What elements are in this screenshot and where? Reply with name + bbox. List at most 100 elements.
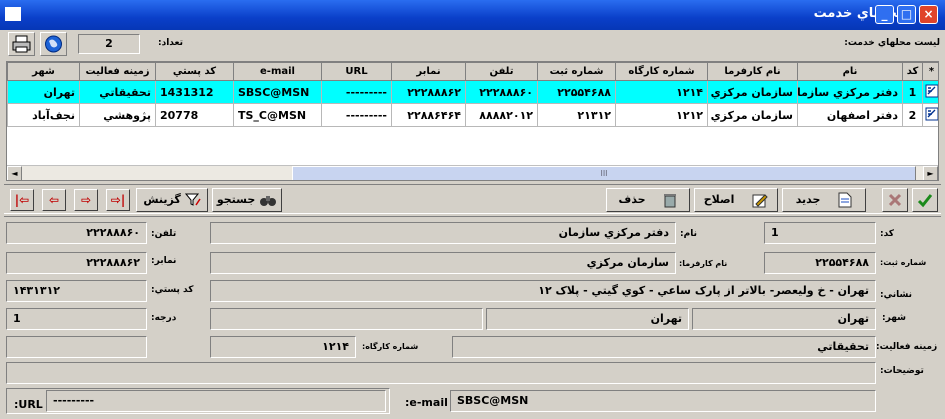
cancel-button[interactable] <box>882 188 908 212</box>
prev-arrow-icon: ⇦ <box>48 193 60 207</box>
cell-email: TS_C@MSN <box>233 103 322 127</box>
workshop-field[interactable]: ۱۲۱۴ <box>210 336 356 358</box>
printer-icon <box>12 35 31 53</box>
scroll-thumb[interactable]: III <box>292 166 916 180</box>
col-header-marker[interactable]: * <box>922 62 938 81</box>
window-title: محلهاي خدمت <box>813 6 905 21</box>
count-value: 2 <box>78 34 140 54</box>
new-button[interactable]: جديد <box>782 188 866 212</box>
address-field[interactable]: تهران - خ وليعصر- بالاتر از پارک ساعي - … <box>210 280 876 302</box>
cell-city: تهران <box>7 80 80 104</box>
col-header-email[interactable]: e-mail <box>233 62 322 81</box>
scroll-left-button[interactable]: ◄ <box>7 166 22 180</box>
fax-field[interactable]: ۲۲۲۸۸۸۶۲ <box>6 252 147 274</box>
col-header-reg[interactable]: شماره ثبت <box>537 62 616 81</box>
cell-code: 2 <box>902 103 923 127</box>
city-field[interactable]: تهران <box>692 308 876 330</box>
cell-code: 1 <box>902 80 923 104</box>
workshop-label: شماره کارگاه: <box>362 342 419 351</box>
check-icon <box>917 194 933 208</box>
list-label: ليست محلهاي خدمت: <box>844 38 940 48</box>
print-button[interactable] <box>8 32 35 56</box>
url-label: URL: <box>14 398 43 411</box>
col-header-fax[interactable]: نمابر <box>391 62 466 81</box>
col-header-code[interactable]: کد <box>902 62 923 81</box>
search-button[interactable]: جستجو <box>212 188 282 212</box>
first-record-button[interactable]: |⇦ <box>10 189 34 211</box>
confirm-button[interactable] <box>912 188 938 212</box>
minimize-button[interactable]: _ <box>875 5 894 24</box>
activity-label: زمينه فعاليت: <box>876 342 938 352</box>
service-locations-grid[interactable]: * کد نام نام کارفرما شماره کارگاه شماره … <box>6 61 939 181</box>
phone-label: تلفن: <box>151 229 177 239</box>
cell-employer: سازمان مرکزي <box>707 80 798 104</box>
first-arrow-icon: |⇦ <box>14 193 30 207</box>
maximize-button[interactable]: □ <box>897 5 916 24</box>
close-button[interactable]: × <box>919 5 938 24</box>
edit-button[interactable]: اصلاح <box>694 188 778 212</box>
province-field[interactable]: تهران <box>486 308 689 330</box>
window-icon[interactable] <box>5 7 21 21</box>
col-header-postal[interactable]: کد پستي <box>155 62 234 81</box>
delete-button[interactable]: حذف <box>606 188 690 212</box>
name-label: نام: <box>680 229 697 239</box>
cell-name: دفتر مرکزي سازمان <box>797 80 903 104</box>
title-bar[interactable]: محلهاي خدمت _ □ × <box>0 0 945 30</box>
activity-field[interactable]: تحقيقاتي <box>452 336 876 358</box>
horizontal-scrollbar[interactable]: ◄ III ► <box>7 165 938 180</box>
cell-name: دفتر اصفهان <box>797 103 903 127</box>
phone-field[interactable]: ۲۲۲۸۸۸۶۰ <box>6 222 147 244</box>
cell-city: نجف‌آباد <box>7 103 80 127</box>
col-header-activity[interactable]: زمينه فعاليت <box>79 62 156 81</box>
cell-phone: ۲۲۲۸۸۸۶۰ <box>465 80 538 104</box>
edit-icon <box>752 194 768 208</box>
extra-field[interactable] <box>6 336 147 358</box>
edit-label: اصلاح <box>703 193 735 206</box>
name-field[interactable]: دفتر مرکزي سازمان <box>210 222 676 244</box>
col-header-employer[interactable]: نام کارفرما <box>707 62 798 81</box>
fax-label: نمابر: <box>151 256 177 266</box>
cell-url: --------- <box>321 103 392 127</box>
reg-field[interactable]: ۲۲۵۵۴۶۸۸ <box>764 252 876 274</box>
globe-icon <box>45 35 62 53</box>
notes-field[interactable] <box>6 362 876 384</box>
row-edit-icon[interactable] <box>922 80 938 104</box>
filter-button[interactable]: گزينش <box>136 188 208 212</box>
delete-label: حذف <box>618 193 646 206</box>
scroll-right-button[interactable]: ► <box>923 166 938 180</box>
col-header-url[interactable]: URL <box>321 62 392 81</box>
col-header-city[interactable]: شهر <box>7 62 80 81</box>
grid-header: * کد نام نام کارفرما شماره کارگاه شماره … <box>7 62 938 81</box>
row-edit-icon[interactable] <box>922 103 938 127</box>
globe-button[interactable] <box>40 32 67 56</box>
employer-label: نام کارفرما: <box>679 259 728 268</box>
cell-activity: تحقيقاتي <box>79 80 156 104</box>
cell-workshop: ۱۲۱۲ <box>615 103 708 127</box>
new-label: جديد <box>795 193 821 206</box>
cell-postal: 20778 <box>155 103 234 127</box>
cell-reg: ۲۲۵۵۴۶۸۸ <box>537 80 616 104</box>
col-header-phone[interactable]: تلفن <box>465 62 538 81</box>
col-header-name[interactable]: نام <box>797 62 903 81</box>
next-record-button[interactable]: ⇨ <box>74 189 98 211</box>
last-arrow-icon: ⇨| <box>110 193 126 207</box>
code-field[interactable]: 1 <box>764 222 876 244</box>
table-row[interactable]: 2 دفتر اصفهان سازمان مرکزي ۱۲۱۲ ۲۱۳۱۲ ۸۸… <box>7 103 938 127</box>
table-row[interactable]: 1 دفتر مرکزي سازمان سازمان مرکزي ۱۲۱۴ ۲۲… <box>7 80 938 104</box>
cell-activity: پژوهشي <box>79 103 156 127</box>
filter-icon <box>184 193 201 206</box>
binoculars-icon <box>260 196 277 206</box>
last-record-button[interactable]: ⇨| <box>106 189 130 211</box>
degree-field[interactable]: 1 <box>6 308 147 330</box>
employer-field[interactable]: سازمان مرکزي <box>210 252 676 274</box>
count-label: تعداد: <box>158 38 183 48</box>
email-field[interactable]: SBSC@MSN <box>450 390 876 412</box>
new-document-icon <box>838 192 852 208</box>
email-label: e-mail: <box>405 396 448 409</box>
cell-email: SBSC@MSN <box>233 80 322 104</box>
prev-record-button[interactable]: ⇦ <box>42 189 66 211</box>
url-field[interactable]: --------- <box>46 390 386 412</box>
postal-field[interactable]: ۱۴۳۱۳۱۲ <box>6 280 147 302</box>
col-header-workshop[interactable]: شماره کارگاه <box>615 62 708 81</box>
region-field[interactable] <box>210 308 483 330</box>
